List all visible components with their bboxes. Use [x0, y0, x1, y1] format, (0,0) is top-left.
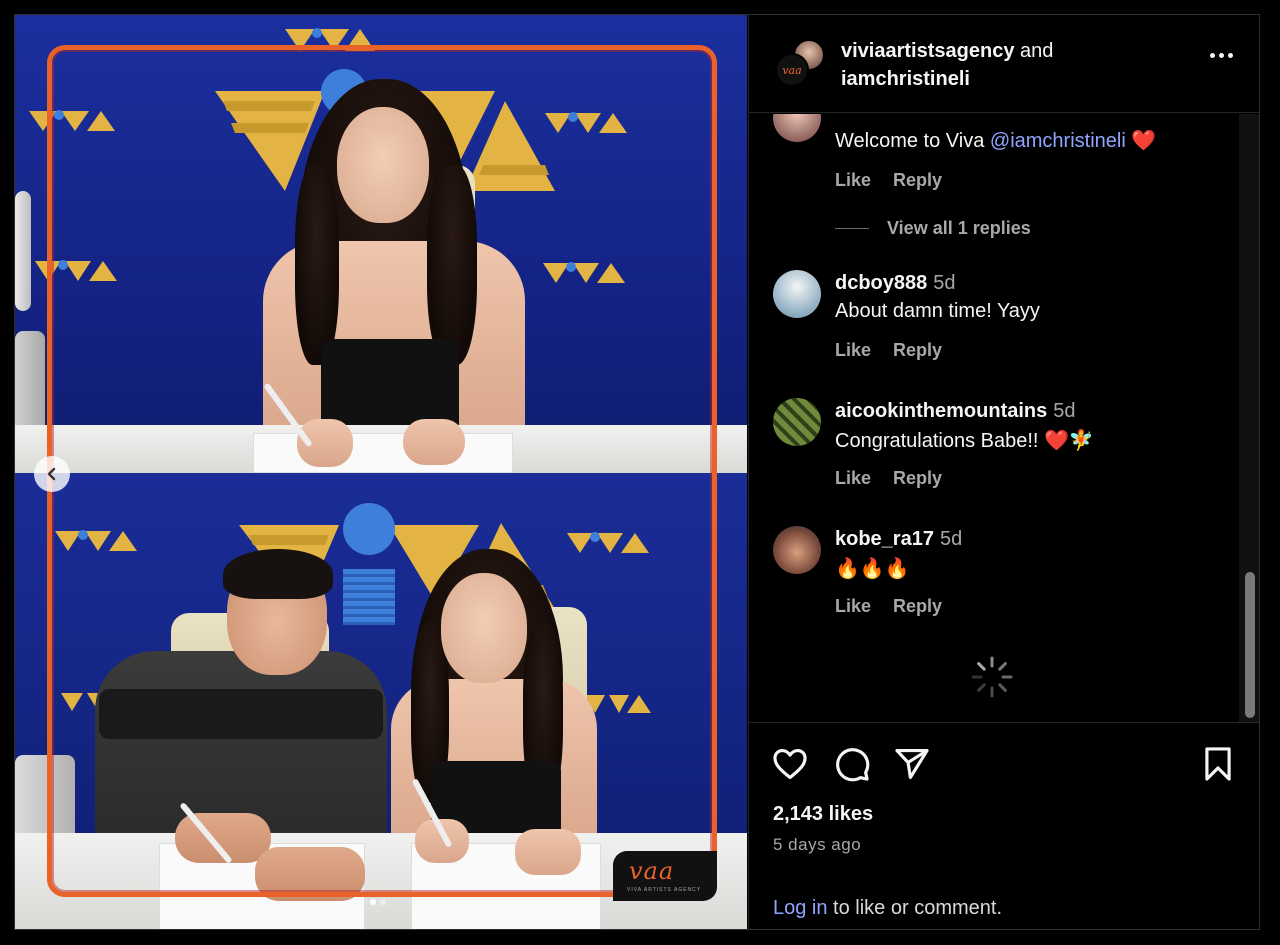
view-replies-button[interactable]: View all 1 replies: [835, 218, 1031, 239]
comment-username[interactable]: aicookinthemountains 5d: [835, 400, 1076, 423]
comment-username-text[interactable]: kobe_ra17: [835, 528, 934, 550]
comment-text-part: ❤️: [1125, 130, 1157, 152]
comments-scrollbar[interactable]: [1239, 114, 1259, 722]
comment-time: 5d: [1053, 400, 1076, 422]
vase-decor: [15, 191, 31, 311]
comment-like-button[interactable]: Like: [835, 340, 871, 361]
loading-spinner-icon: [971, 656, 1013, 698]
comment-reply-button[interactable]: Reply: [893, 170, 942, 191]
login-prompt: Log in to like or comment.: [773, 897, 1002, 920]
collab-avatars[interactable]: vaa: [775, 39, 825, 87]
carousel-dot: [380, 899, 386, 905]
comment-time: 5d: [933, 272, 956, 294]
avatar-vivaartistsagency[interactable]: vaa: [775, 53, 809, 87]
post-media-carousel[interactable]: vaa VIVA ARTISTS AGENCY: [15, 15, 747, 929]
comment-text: Welcome to Viva @iamchristineli ❤️: [835, 128, 1156, 153]
orange-frame-overlay: [47, 45, 717, 897]
post-timestamp[interactable]: 5 days ago: [773, 835, 861, 855]
comment-username[interactable]: dcboy888 5d: [835, 272, 956, 295]
likes-count[interactable]: 2,143 likes: [773, 803, 873, 826]
comment-avatar[interactable]: [773, 398, 821, 446]
bookmark-icon[interactable]: [1199, 745, 1237, 783]
comment-like-button[interactable]: Like: [835, 468, 871, 489]
comment-reply-button[interactable]: Reply: [893, 340, 942, 361]
vaa-logo-badge: vaa VIVA ARTISTS AGENCY: [613, 851, 717, 901]
comment-text: About damn time! Yayy: [835, 300, 1040, 322]
owner-username-secondary[interactable]: iamchristineli: [841, 68, 970, 90]
owner-joiner: and: [1020, 40, 1054, 62]
vaa-logo-text: vaa: [629, 857, 675, 885]
comment-username-text[interactable]: dcboy888: [835, 272, 927, 294]
mention-link[interactable]: @iamchristineli: [990, 130, 1126, 152]
comment-actions: Like Reply: [835, 468, 942, 489]
scrollbar-thumb[interactable]: [1245, 572, 1255, 718]
chevron-left-icon: [47, 467, 56, 481]
paper-plane-icon[interactable]: [893, 745, 931, 783]
vaa-logo-subtext: VIVA ARTISTS AGENCY: [627, 887, 702, 893]
comment-like-button[interactable]: Like: [835, 170, 871, 191]
comment-actions: Like Reply: [835, 170, 942, 191]
post-header: vaa viviaartistsagency and iamchristinel…: [749, 15, 1259, 113]
owner-username-primary[interactable]: viviaartistsagency: [841, 40, 1014, 62]
heart-icon[interactable]: [771, 745, 809, 783]
login-prompt-text: to like or comment.: [827, 897, 1003, 919]
carousel-dots: [370, 899, 386, 905]
comment-avatar[interactable]: [773, 270, 821, 318]
post-side-panel: vaa viviaartistsagency and iamchristinel…: [748, 15, 1259, 929]
comment-text: 🔥🔥🔥: [835, 558, 910, 580]
comment-username-text[interactable]: aicookinthemountains: [835, 400, 1047, 422]
login-link[interactable]: Log in: [773, 897, 828, 919]
comment-reply-button[interactable]: Reply: [893, 468, 942, 489]
carousel-dot: [370, 899, 376, 905]
comment-actions: Like Reply: [835, 596, 942, 617]
replies-divider-line: [835, 228, 869, 229]
post-footer: 2,143 likes 5 days ago Log in to like or…: [749, 722, 1259, 929]
comment-username[interactable]: kobe_ra17 5d: [835, 528, 962, 551]
comment-text-part: Welcome to Viva: [835, 130, 990, 152]
carousel-prev-button[interactable]: [34, 456, 70, 492]
post-owners: viviaartistsagency and iamchristineli: [841, 37, 1141, 93]
comment-text: Congratulations Babe!! ❤️🧚: [835, 430, 1094, 452]
view-replies-label: View all 1 replies: [887, 218, 1031, 238]
comment-bubble-icon[interactable]: [833, 745, 871, 783]
comment-time: 5d: [939, 528, 963, 550]
comment-avatar[interactable]: [773, 526, 821, 574]
comment-reply-button[interactable]: Reply: [893, 596, 942, 617]
comments-list[interactable]: Welcome to Viva @iamchristineli ❤️ Like …: [749, 114, 1239, 722]
comment-actions: Like Reply: [835, 340, 942, 361]
avatar-logo-text: vaa: [782, 63, 802, 77]
more-options-icon[interactable]: [1210, 53, 1233, 58]
comment-avatar[interactable]: [773, 114, 821, 142]
comment-like-button[interactable]: Like: [835, 596, 871, 617]
post-dialog: vaa VIVA ARTISTS AGENCY vaa viviaartists…: [14, 14, 1260, 930]
